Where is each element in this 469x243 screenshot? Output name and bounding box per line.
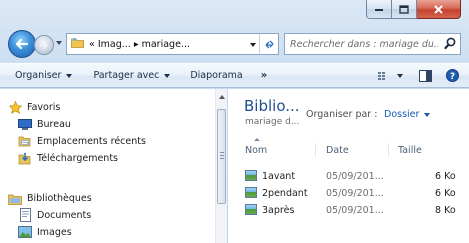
nav-item-label: Favoris <box>27 101 61 113</box>
recent-pages-chevron-icon[interactable] <box>56 41 62 45</box>
file-size: 8 Ko <box>435 205 456 216</box>
share-menu[interactable]: Partager avec <box>93 70 171 81</box>
nav-item-images[interactable]: Images <box>18 225 72 239</box>
address-bar[interactable]: « Imag... ▸ mariage... <box>66 33 279 55</box>
back-button[interactable] <box>8 30 36 58</box>
chevron-down-icon <box>397 73 403 78</box>
downloads-icon <box>18 151 32 165</box>
image-file-icon <box>245 187 257 198</box>
file-date: 05/09/201... <box>326 188 384 199</box>
preview-pane-icon <box>419 69 432 82</box>
column-header-date[interactable]: Date <box>326 141 349 159</box>
address-dropdown-icon[interactable] <box>250 43 256 47</box>
navigation-pane: Favoris Bureau Emplacements récents Télé… <box>0 89 227 243</box>
navigation-scrollbar[interactable] <box>215 89 227 243</box>
chevron-down-icon <box>424 112 431 117</box>
nav-libraries[interactable]: Bibliothèques <box>8 191 92 205</box>
nav-item-recent-places[interactable]: Emplacements récents <box>18 134 146 148</box>
grip-line <box>220 152 224 153</box>
search-icon[interactable] <box>444 37 456 53</box>
refresh-button[interactable] <box>259 34 278 54</box>
recent-places-icon <box>18 134 32 148</box>
nav-favorites[interactable]: Favoris <box>8 100 60 114</box>
forward-arrow-icon <box>39 41 49 49</box>
svg-text:?: ? <box>450 72 455 82</box>
folder-icon <box>71 37 84 51</box>
search-box[interactable] <box>284 33 461 55</box>
caption-buttons <box>366 0 461 20</box>
desktop-icon <box>18 117 32 131</box>
nav-item-downloads[interactable]: Téléchargements <box>18 151 118 165</box>
file-row[interactable]: 1avant 05/09/201... 6 Ko <box>242 169 469 185</box>
column-header-name[interactable]: Nom <box>245 141 267 159</box>
close-icon <box>434 4 443 14</box>
file-row[interactable]: 2pendant 05/09/201... 6 Ko <box>242 186 469 202</box>
file-name: 1avant <box>262 171 296 182</box>
arrange-by-label: Organiser par : <box>306 109 378 120</box>
nav-item-label: Téléchargements <box>37 152 118 164</box>
minimize-button[interactable] <box>366 0 392 19</box>
nav-item-label: Documents <box>37 209 92 221</box>
image-file-icon <box>245 170 257 181</box>
chevron-down-icon <box>66 73 73 78</box>
search-input[interactable] <box>290 38 438 50</box>
content-pane: Biblio... mariage d... Organiser par : D… <box>228 89 469 243</box>
file-size: 6 Ko <box>435 171 456 182</box>
slideshow-button[interactable]: Diaporama <box>190 70 242 81</box>
help-icon: ? <box>446 69 459 82</box>
grip-line <box>220 155 224 156</box>
navigation-tree: Favoris Bureau Emplacements récents Télé… <box>0 89 215 243</box>
nav-item-label: Emplacements récents <box>37 135 146 147</box>
nav-item-label: Bibliothèques <box>27 192 92 204</box>
minimize-icon <box>375 9 383 11</box>
file-date: 05/09/201... <box>326 171 384 182</box>
nav-item-label: Bureau <box>37 118 71 130</box>
arrange-by-dropdown[interactable]: Dossier <box>384 109 431 120</box>
explorer-window: « Imag... ▸ mariage... Organiser Partage… <box>0 0 469 243</box>
file-date: 05/09/201... <box>326 205 384 216</box>
grip-line <box>220 158 224 159</box>
organize-label: Organiser <box>15 70 62 81</box>
file-name: 3après <box>262 205 295 216</box>
help-button[interactable]: ? <box>446 69 459 82</box>
back-arrow-icon <box>15 38 29 50</box>
more-commands-button[interactable]: » <box>261 70 267 81</box>
share-label: Partager avec <box>93 70 160 81</box>
organize-menu[interactable]: Organiser <box>15 70 73 81</box>
close-button[interactable] <box>417 0 461 19</box>
libraries-icon <box>8 191 22 205</box>
change-view-button[interactable] <box>378 71 403 81</box>
navigation-bar: « Imag... ▸ mariage... <box>0 26 469 60</box>
file-row[interactable]: 3après 05/09/201... 8 Ko <box>242 203 469 219</box>
scrollbar-thumb[interactable] <box>217 109 226 204</box>
forward-button[interactable] <box>34 35 54 55</box>
view-controls: ? <box>378 64 469 87</box>
pictures-icon <box>18 225 32 239</box>
chevron-down-icon <box>164 73 171 78</box>
nav-item-documents[interactable]: Documents <box>18 208 91 222</box>
maximize-button[interactable] <box>392 0 417 19</box>
star-icon <box>8 100 22 114</box>
file-size: 6 Ko <box>435 188 456 199</box>
nav-item-label: Images <box>37 226 72 238</box>
scroll-up-icon[interactable] <box>219 95 225 99</box>
command-bar: Organiser Partager avec Diaporama » ? <box>0 63 469 88</box>
column-header-size[interactable]: Taille <box>398 141 422 159</box>
nav-item-bureau[interactable]: Bureau <box>18 117 71 131</box>
refresh-icon <box>265 40 273 48</box>
column-divider[interactable] <box>315 143 316 157</box>
breadcrumb[interactable]: « Imag... ▸ mariage... <box>89 39 190 50</box>
library-subtitle: mariage d... <box>245 117 300 127</box>
file-name: 2pendant <box>262 188 308 199</box>
documents-icon <box>18 208 32 222</box>
view-list-icon <box>378 71 385 80</box>
library-title: Biblio... <box>244 97 300 115</box>
slideshow-label: Diaporama <box>190 70 243 81</box>
maximize-icon <box>399 4 409 14</box>
arrange-by-value: Dossier <box>384 109 420 120</box>
image-file-icon <box>245 204 257 215</box>
column-divider[interactable] <box>388 143 389 157</box>
preview-pane-button[interactable] <box>419 69 432 82</box>
